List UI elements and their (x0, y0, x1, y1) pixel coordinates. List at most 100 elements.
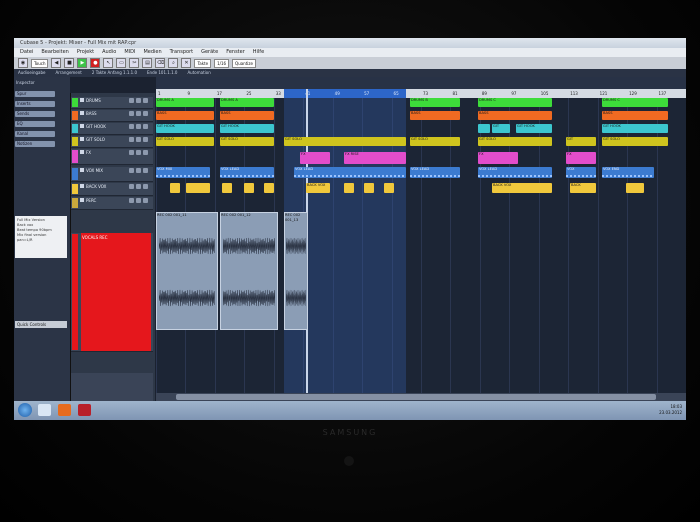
automation-mode-select[interactable]: Touch (31, 58, 49, 68)
mute-button[interactable] (129, 150, 134, 155)
solo-button[interactable] (136, 124, 141, 129)
mute-button[interactable] (129, 124, 134, 129)
audio-event[interactable]: REC 002 001_13 (284, 212, 308, 330)
solo-button[interactable] (136, 150, 141, 155)
menu-item[interactable]: Medien (143, 48, 161, 57)
rewind-button[interactable]: ◀ (51, 58, 62, 68)
event-part[interactable]: BASS (410, 111, 460, 120)
event-part[interactable]: BASS (220, 111, 274, 120)
firefox-icon[interactable] (58, 404, 71, 416)
event-part[interactable]: FX (478, 152, 518, 164)
event-part[interactable] (344, 183, 354, 193)
erase-tool-icon[interactable]: ⌫ (155, 58, 166, 68)
grid-select[interactable]: 1/16 (214, 58, 230, 68)
track-header[interactable]: GIT HOOK (71, 123, 153, 135)
select-tool-icon[interactable]: ↖ (103, 58, 114, 68)
notes-area[interactable]: Full Mix Version Back vox Beat tempo 90b… (15, 216, 67, 258)
event-part[interactable]: GIT SOLO (410, 137, 460, 146)
range-tool-icon[interactable]: ▭ (116, 58, 127, 68)
menu-item[interactable]: Bearbeiten (41, 48, 68, 57)
track-header[interactable]: GIT SOLO (71, 136, 153, 148)
event-part[interactable]: BASS (156, 111, 214, 120)
menu-item[interactable]: Projekt (77, 48, 94, 57)
track-vocals-rec[interactable]: VOCALS REC (71, 233, 153, 352)
solo-button[interactable] (136, 184, 141, 189)
timeline-ruler[interactable]: 41495765 1917253373818997105113121129137 (156, 89, 686, 98)
start-button-icon[interactable] (18, 403, 32, 417)
solo-button[interactable] (136, 98, 141, 103)
audio-event[interactable]: REC 002 001_12 (220, 212, 278, 330)
event-part[interactable] (384, 183, 394, 193)
event-part[interactable]: BASS (478, 111, 552, 120)
event-part[interactable]: FX (566, 152, 596, 164)
mute-button[interactable] (129, 168, 134, 173)
inspector-section-notes[interactable]: Notizen (15, 141, 55, 147)
event-part[interactable] (222, 183, 232, 193)
inspector-section-sends[interactable]: Sends (15, 111, 55, 117)
solo-button[interactable] (136, 198, 141, 203)
cycle-range-marker[interactable]: 41495765 (284, 89, 406, 98)
mute-button[interactable] (129, 98, 134, 103)
track-header[interactable]: BACK VOX (71, 183, 153, 196)
event-part[interactable]: GIT HOOK (156, 124, 214, 133)
event-part[interactable]: DRUMS A (156, 98, 214, 107)
event-part[interactable]: VOX LEAD (220, 167, 274, 178)
play-button[interactable]: ▶ (77, 58, 88, 68)
mute-tool-icon[interactable]: ✕ (181, 58, 192, 68)
event-part[interactable]: DRUMS C (478, 98, 552, 107)
arrange-window[interactable]: DRUMS A DRUMS A DRUMS B DRUMS C DRUMS C BASS B… (156, 89, 686, 394)
track-header[interactable]: VOX MIX (71, 167, 153, 182)
event-part[interactable]: VOX END (602, 167, 654, 178)
inspector-section-channel[interactable]: Kanal (15, 131, 55, 137)
info-field[interactable]: Audioeingabe (18, 69, 45, 77)
event-part[interactable]: GIT (566, 137, 596, 146)
track-header[interactable]: DRUMS (71, 97, 153, 109)
menu-item[interactable]: Datei (20, 48, 33, 57)
scrollbar-thumb[interactable] (176, 394, 656, 400)
track-header[interactable]: FX (71, 149, 153, 165)
zoom-tool-icon[interactable]: ⌕ (168, 58, 179, 68)
quantize-select[interactable]: Quantize (232, 58, 256, 68)
menu-item[interactable]: Geräte (201, 48, 218, 57)
solo-button[interactable] (136, 137, 141, 142)
inspector-section-inserts[interactable]: Inserts (15, 101, 55, 107)
read-automation-button[interactable] (143, 198, 148, 203)
event-part[interactable]: BACK (570, 183, 596, 193)
read-automation-button[interactable] (143, 124, 148, 129)
event-part[interactable]: GIT SOLO (284, 137, 406, 146)
record-button[interactable]: ● (90, 58, 101, 68)
glue-tool-icon[interactable]: ▤ (142, 58, 153, 68)
audio-event[interactable]: REC 002 001_11 (156, 212, 218, 330)
event-part[interactable]: VOX LEAD (294, 167, 406, 178)
cubase-icon[interactable] (78, 404, 91, 416)
read-automation-button[interactable] (143, 168, 148, 173)
event-part[interactable]: DRUMS C (602, 98, 668, 107)
info-field[interactable]: Ende 101.1.1.0 (147, 69, 177, 77)
inspector-section-eq[interactable]: EQ (15, 121, 55, 127)
track-header[interactable]: BASS (71, 110, 153, 122)
event-part[interactable]: GIT SOLO (478, 137, 552, 146)
event-part[interactable]: BACK VOX (492, 183, 552, 193)
event-part[interactable] (244, 183, 254, 193)
activate-project-button[interactable]: ◉ (18, 58, 28, 68)
event-part[interactable]: GIT (492, 124, 510, 133)
inspector-section-track[interactable]: Spur (15, 91, 55, 97)
event-part[interactable] (170, 183, 180, 193)
event-part[interactable]: VOX MIX (156, 167, 210, 178)
event-part[interactable]: GIT SOLO (220, 137, 274, 146)
read-automation-button[interactable] (143, 98, 148, 103)
mute-button[interactable] (129, 184, 134, 189)
menu-item[interactable]: Fenster (226, 48, 245, 57)
track-header[interactable]: PERC (71, 197, 153, 210)
event-part[interactable] (264, 183, 274, 193)
info-field[interactable]: Arrangement (55, 69, 81, 77)
read-automation-button[interactable] (143, 137, 148, 142)
event-part[interactable]: VOX (566, 167, 596, 178)
solo-button[interactable] (136, 111, 141, 116)
info-field[interactable]: 2 Takte Anfang 1.1.1.0 (92, 69, 137, 77)
menu-item[interactable]: Transport (170, 48, 193, 57)
event-part[interactable]: GIT HOOK (220, 124, 274, 133)
info-field[interactable]: Automation (187, 69, 210, 77)
event-part[interactable]: GIT HOOK (516, 124, 552, 133)
quick-controls-section[interactable]: Quick Controls (15, 321, 67, 328)
